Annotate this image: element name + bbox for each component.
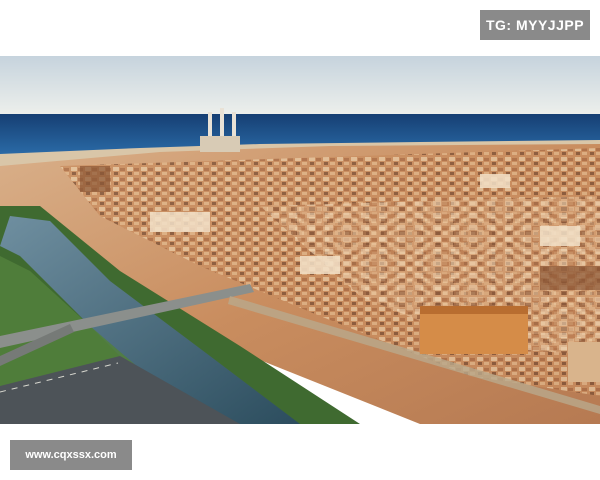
watermark-site-text: www.cqxssx.com [25, 449, 117, 461]
watermark-tg-text: TG: MYYJJPP [485, 17, 585, 33]
watermark-site-badge: www.cqxssx.com [10, 440, 132, 470]
aerial-city-photo [0, 56, 600, 424]
watermark-tg-badge: TG: MYYJJPP [480, 10, 590, 40]
